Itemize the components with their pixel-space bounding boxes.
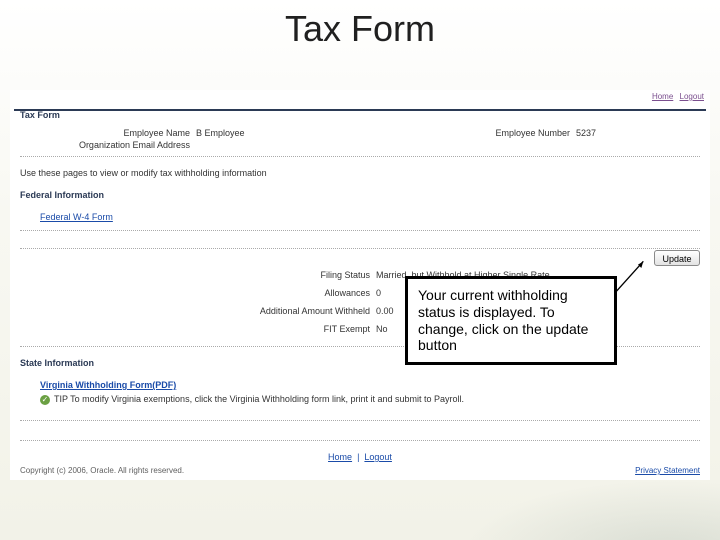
allowances-value: 0 (376, 288, 381, 298)
divider-5 (20, 420, 700, 421)
additional-value: 0.00 (376, 306, 394, 316)
additional-label: Additional Amount Withheld (220, 306, 370, 316)
top-link-home[interactable]: Home (652, 92, 673, 101)
state-heading: State Information (20, 358, 94, 368)
fit-exempt-label: FIT Exempt (250, 324, 370, 334)
privacy-link[interactable]: Privacy Statement (635, 466, 700, 475)
top-link-logout[interactable]: Logout (680, 92, 704, 101)
tip-icon: ✓ (40, 395, 50, 405)
state-tip-row: ✓ TIP To modify Virginia exemptions, clic… (40, 394, 464, 405)
org-email-label: Organization Email Address (30, 140, 190, 150)
divider-3 (20, 248, 700, 249)
filing-status-label: Filing Status (250, 270, 370, 280)
employee-number-value: 5237 (576, 128, 596, 138)
divider-2 (20, 230, 700, 231)
page-title: Tax Form (20, 110, 60, 120)
footer-links: Home | Logout (10, 452, 710, 462)
footer-home-link[interactable]: Home (328, 452, 352, 462)
footer-logout-link[interactable]: Logout (364, 452, 392, 462)
employee-number-label: Employee Number (450, 128, 570, 138)
divider-6 (20, 440, 700, 441)
slide-decor (460, 480, 720, 540)
header-rule (14, 109, 706, 111)
slide-title: Tax Form (0, 8, 720, 50)
state-form-link[interactable]: Virginia Withholding Form(PDF) (40, 380, 176, 390)
top-mini-links: Home Logout (648, 92, 704, 101)
state-tip-text: TIP To modify Virginia exemptions, click… (54, 394, 464, 404)
allowances-label: Allowances (250, 288, 370, 298)
employee-name-value: B Employee (196, 128, 245, 138)
update-button[interactable]: Update (654, 250, 700, 266)
federal-w4-link[interactable]: Federal W-4 Form (40, 212, 113, 222)
instruction-callout: Your current withholding status is displ… (405, 276, 617, 365)
divider-1 (20, 156, 700, 157)
copyright-text: Copyright (c) 2006, Oracle. All rights r… (20, 466, 184, 475)
federal-heading: Federal Information (20, 190, 104, 200)
fit-exempt-value: No (376, 324, 388, 334)
employee-name-label: Employee Name (70, 128, 190, 138)
page-instruction: Use these pages to view or modify tax wi… (20, 168, 267, 178)
